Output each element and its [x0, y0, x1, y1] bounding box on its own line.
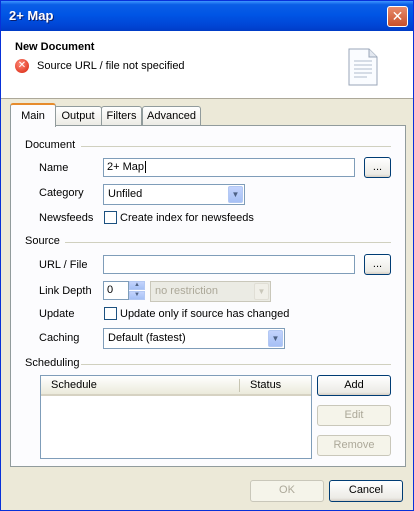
scheduling-group-title: Scheduling: [25, 357, 80, 369]
main-tab-panel: Document Name 2+ Map ... Category Unfile…: [10, 125, 406, 467]
column-divider[interactable]: [239, 379, 240, 392]
caching-label: Caching: [39, 332, 80, 344]
close-button[interactable]: ✕: [387, 6, 408, 27]
update-label: Update: [39, 308, 75, 320]
scheduling-group-divider: [81, 364, 391, 365]
edit-button[interactable]: Edit: [317, 405, 391, 426]
chevron-down-icon: ▼: [268, 330, 283, 347]
caching-select[interactable]: Default (fastest) ▼: [103, 328, 285, 349]
schedule-list-header: Schedule Status: [41, 376, 311, 396]
column-status[interactable]: Status: [250, 379, 281, 391]
spin-up-icon[interactable]: ▲: [129, 281, 145, 290]
source-group-divider: [65, 242, 391, 243]
tab-filters[interactable]: Filters: [101, 106, 142, 125]
close-icon: ✕: [391, 8, 404, 24]
tab-main-label: Main: [21, 110, 45, 122]
link-depth-value: 0: [107, 284, 114, 296]
source-group-title: Source: [25, 235, 60, 247]
ok-button[interactable]: OK: [250, 480, 324, 502]
title-bar[interactable]: 2+ Map ✕: [1, 1, 413, 31]
name-field-value: 2+ Map: [107, 161, 144, 173]
category-select[interactable]: Unfiled ▼: [103, 184, 245, 205]
dialog-header: New Document ✕ Source URL / file not spe…: [1, 31, 413, 99]
document-icon: [348, 48, 378, 86]
category-value: Unfiled: [108, 188, 143, 200]
update-checkbox-label[interactable]: Update only if source has changed: [120, 308, 289, 320]
newsfeeds-checkbox-label[interactable]: Create index for newsfeeds: [120, 212, 254, 224]
link-depth-label: Link Depth: [39, 285, 92, 297]
name-field[interactable]: 2+ Map: [103, 158, 355, 177]
newsfeeds-label: Newsfeeds: [39, 212, 94, 224]
header-title: New Document: [15, 41, 95, 53]
column-schedule[interactable]: Schedule: [51, 379, 97, 391]
dialog-window: 2+ Map ✕ New Document ✕ Source URL / fil…: [0, 0, 414, 511]
window-title: 2+ Map: [9, 8, 54, 23]
tab-output-label: Output: [61, 110, 95, 122]
restriction-value: no restriction: [155, 285, 218, 297]
document-group-divider: [81, 146, 391, 147]
category-label: Category: [39, 187, 84, 199]
error-icon: ✕: [15, 59, 29, 73]
name-label: Name: [39, 162, 69, 174]
cancel-button[interactable]: Cancel: [329, 480, 403, 502]
name-browse-button[interactable]: ...: [364, 157, 391, 178]
chevron-down-icon: ▼: [254, 283, 269, 300]
chevron-down-icon: ▼: [228, 186, 243, 203]
schedule-list[interactable]: Schedule Status: [40, 375, 312, 459]
error-message: Source URL / file not specified: [37, 60, 185, 72]
tab-output[interactable]: Output: [54, 106, 102, 125]
tab-filters-label: Filters: [106, 110, 137, 122]
tab-main[interactable]: Main: [10, 103, 56, 127]
url-label: URL / File: [39, 259, 88, 271]
caching-value: Default (fastest): [108, 332, 186, 344]
link-depth-stepper[interactable]: ▲ ▼: [129, 281, 145, 300]
url-browse-button[interactable]: ...: [364, 254, 391, 275]
restriction-select[interactable]: no restriction ▼: [150, 281, 271, 302]
add-button[interactable]: Add: [317, 375, 391, 396]
spin-down-icon[interactable]: ▼: [129, 291, 145, 300]
newsfeeds-checkbox[interactable]: [104, 211, 117, 224]
url-field[interactable]: [103, 255, 355, 274]
tab-advanced-label: Advanced: [147, 110, 196, 122]
update-checkbox[interactable]: [104, 307, 117, 320]
remove-button[interactable]: Remove: [317, 435, 391, 456]
tab-advanced[interactable]: Advanced: [142, 106, 201, 125]
link-depth-field[interactable]: 0: [103, 281, 129, 300]
document-group-title: Document: [25, 139, 76, 151]
